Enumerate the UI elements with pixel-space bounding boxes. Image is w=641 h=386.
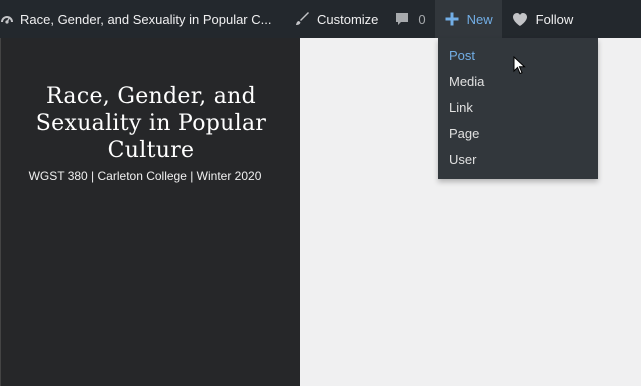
menu-item-page[interactable]: Page xyxy=(438,121,598,147)
site-description: WGST 380 | Carleton College | Winter 202… xyxy=(28,169,262,183)
dashboard-icon xyxy=(0,12,14,26)
comments-count: 0 xyxy=(418,11,426,27)
menu-item-user[interactable]: User xyxy=(438,147,598,173)
new-label: New xyxy=(466,11,493,27)
new-content-button[interactable]: New xyxy=(434,0,502,38)
menu-item-link[interactable]: Link xyxy=(438,95,598,121)
follow-label: Follow xyxy=(535,11,574,27)
mouse-pointer-icon xyxy=(513,55,526,80)
customize-label: Customize xyxy=(317,11,379,27)
comments-button[interactable]: 0 xyxy=(378,0,426,38)
customize-button[interactable]: Customize xyxy=(288,0,378,38)
site-sidebar: Race, Gender, and Sexuality in Popular C… xyxy=(0,38,300,386)
paintbrush-icon xyxy=(294,11,310,27)
site-name-label: Race, Gender, and Sexuality in Popular C… xyxy=(20,11,272,27)
admin-bar: Race, Gender, and Sexuality in Popular C… xyxy=(0,0,641,38)
follow-button[interactable]: Follow xyxy=(502,0,574,38)
heart-icon xyxy=(512,12,528,27)
site-title[interactable]: Race, Gender, and Sexuality in Popular C… xyxy=(11,83,291,164)
comment-bubble-icon xyxy=(394,11,410,27)
plus-icon xyxy=(445,12,459,26)
site-name-menu[interactable]: Race, Gender, and Sexuality in Popular C… xyxy=(0,0,288,38)
